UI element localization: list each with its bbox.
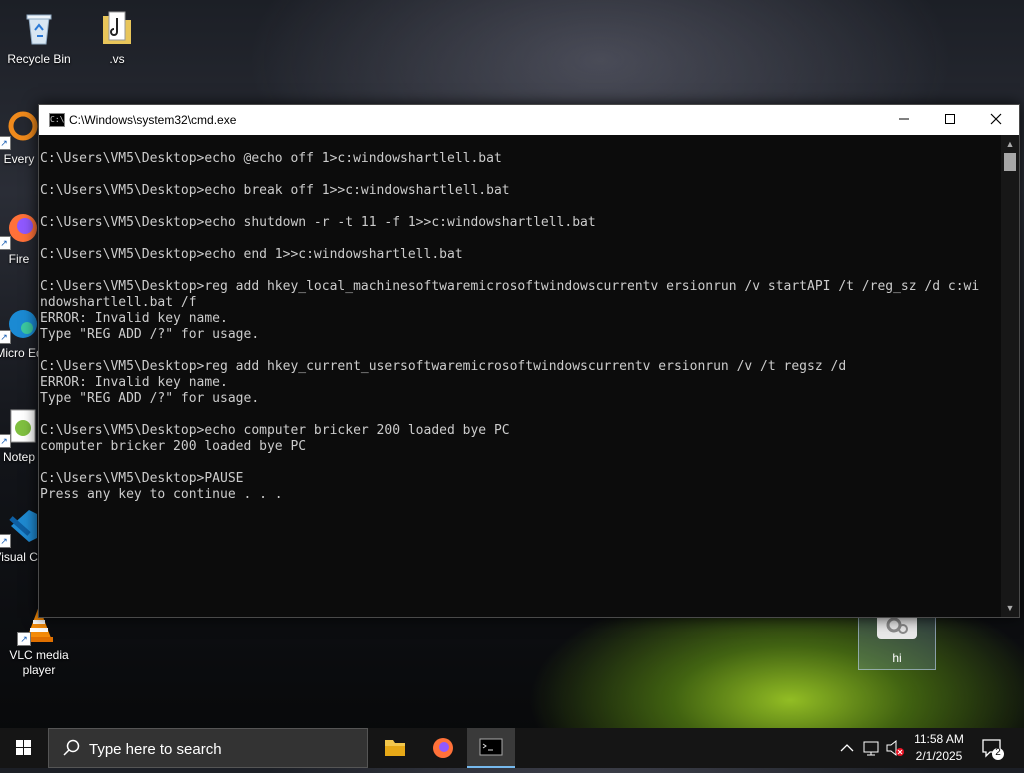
cmd-titlebar[interactable]: C:\ C:\Windows\system32\cmd.exe <box>39 105 1019 135</box>
cmd-window-icon: C:\ <box>49 113 65 127</box>
maximize-icon <box>945 114 955 124</box>
cmd-window[interactable]: C:\ C:\Windows\system32\cmd.exe C:\Users… <box>38 104 1020 618</box>
scroll-up-arrow-icon[interactable]: ▲ <box>1001 137 1019 151</box>
clock-time: 11:58 AM <box>914 732 964 746</box>
console-line: C:\Users\VM5\Desktop>echo @echo off 1>c:… <box>40 151 502 166</box>
scroll-down-arrow-icon[interactable]: ▼ <box>1001 601 1019 615</box>
notification-center-button[interactable]: 2 <box>980 736 1004 760</box>
show-hidden-icons-button[interactable] <box>836 728 858 768</box>
firefox-icon: ↗ <box>0 208 39 250</box>
console-line: C:\Users\VM5\Desktop>reg add hkey_local_… <box>40 279 980 294</box>
taskbar-clock[interactable]: 11:58 AM 2/1/2025 <box>904 731 974 765</box>
desktop-icon-label: Fire <box>8 252 30 266</box>
network-disconnected-icon <box>863 741 879 756</box>
taskbar-search-box[interactable] <box>48 728 368 768</box>
console-output[interactable]: C:\Users\VM5\Desktop>echo @echo off 1>c:… <box>39 135 999 617</box>
desktop-icon-recycle-bin[interactable]: Recycle Bin <box>0 8 78 67</box>
shortcut-arrow-icon: ↗ <box>17 632 31 646</box>
console-line: C:\Users\VM5\Desktop>echo end 1>>c:windo… <box>40 247 463 262</box>
console-line: Type "REG ADD /?" for usage. <box>40 327 260 342</box>
desktop-icon-label: hi <box>892 651 902 665</box>
console-line: Press any key to continue . . . <box>40 487 283 502</box>
taskbar: 11:58 AM 2/1/2025 2 <box>0 728 1024 768</box>
notepad-plus-plus-icon: ↗ <box>0 406 39 448</box>
folder-icon <box>97 8 137 48</box>
shortcut-arrow-icon: ↗ <box>0 136 11 150</box>
network-status-button[interactable] <box>860 728 882 768</box>
edge-icon: ↗ <box>0 302 39 344</box>
volume-muted-icon <box>886 739 904 757</box>
shortcut-arrow-icon: ↗ <box>0 236 11 250</box>
windows-logo-icon <box>16 740 31 755</box>
file-explorer-icon <box>385 740 405 756</box>
volume-button[interactable] <box>884 728 906 768</box>
shortcut-arrow-icon: ↗ <box>0 330 11 344</box>
console-line: ERROR: Invalid key name. <box>40 311 228 326</box>
desktop-icon-label: Notep <box>2 450 36 464</box>
taskbar-cmd[interactable] <box>467 728 515 768</box>
console-line: C:\Users\VM5\Desktop>echo computer brick… <box>40 423 510 438</box>
desktop-icon-label: Micro Ed <box>0 346 43 360</box>
shortcut-arrow-icon: ↗ <box>0 434 11 448</box>
chevron-up-icon <box>840 744 854 752</box>
desktop-icon-label: .vs <box>109 52 125 66</box>
notification-count-badge: 2 <box>995 747 1001 758</box>
console-line: C:\Users\VM5\Desktop>reg add hkey_curren… <box>40 359 847 374</box>
desktop-icon-vs-folder[interactable]: .vs <box>78 8 156 67</box>
vertical-scrollbar[interactable]: ▲ ▼ <box>1001 135 1019 617</box>
minimize-icon <box>899 118 909 120</box>
taskbar-file-explorer[interactable] <box>371 728 419 768</box>
desktop-icon-hi[interactable]: hi <box>858 612 936 670</box>
close-icon <box>990 113 1002 125</box>
firefox-icon <box>433 738 453 758</box>
recycle-bin-icon <box>19 8 59 48</box>
everything-app-icon: ↗ <box>0 108 39 150</box>
start-button[interactable] <box>0 728 48 768</box>
close-button[interactable] <box>973 105 1019 135</box>
vscode-icon: ↗ <box>0 506 39 548</box>
cmd-window-title: C:\Windows\system32\cmd.exe <box>69 113 237 127</box>
desktop-icon-label: VLC media player <box>9 648 69 677</box>
minimize-button[interactable] <box>881 105 927 135</box>
console-line: C:\Users\VM5\Desktop>echo shutdown -r -t… <box>40 215 596 230</box>
console-line: C:\Users\VM5\Desktop>PAUSE <box>40 471 244 486</box>
console-line: ERROR: Invalid key name. <box>40 375 228 390</box>
console-line: computer bricker 200 loaded bye PC <box>40 439 307 454</box>
search-input[interactable] <box>87 737 361 761</box>
shortcut-arrow-icon: ↗ <box>0 534 11 548</box>
cmd-icon <box>479 738 503 756</box>
search-icon <box>63 739 80 756</box>
console-line: Type "REG ADD /?" for usage. <box>40 391 260 406</box>
scrollbar-thumb[interactable] <box>1004 153 1016 171</box>
taskbar-firefox[interactable] <box>419 728 467 768</box>
maximize-button[interactable] <box>927 105 973 135</box>
clock-date: 2/1/2025 <box>915 749 963 763</box>
desktop-icon-label: Recycle Bin <box>7 52 71 66</box>
console-line: C:\Users\VM5\Desktop>echo break off 1>>c… <box>40 183 510 198</box>
desktop-icon-label: Every <box>3 152 35 166</box>
console-line: ndowshartlell.bat /f <box>40 295 197 310</box>
